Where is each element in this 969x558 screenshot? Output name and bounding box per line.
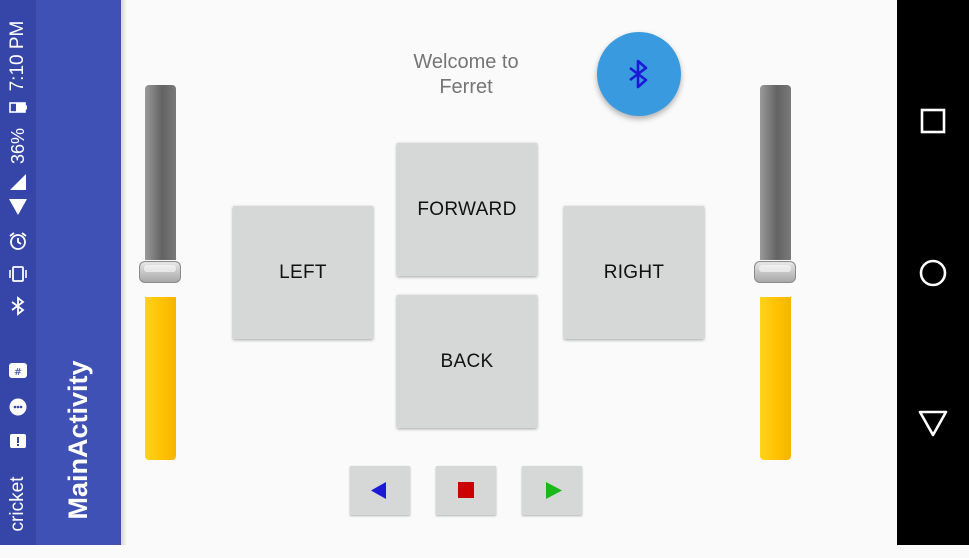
slider-thumb[interactable] [139,261,181,283]
message-icon [10,434,26,448]
slider-track-top [760,85,791,260]
action-bar: MainActivity [36,0,121,545]
status-time: 7:10 PM [7,20,28,92]
bluetooth-button[interactable] [597,32,681,116]
svg-text:#: # [14,367,22,378]
right-button[interactable]: RIGHT [564,206,704,339]
stop-square-icon [458,482,474,498]
navigation-bar [897,0,969,545]
status-bar: 7:10 PM 36% # cricket [0,0,36,545]
slider-track-bottom [145,297,176,460]
stop-button[interactable] [436,466,496,515]
action-bar-shadow [121,0,127,545]
right-motor-slider[interactable] [754,85,796,460]
slider-track-bottom [760,297,791,460]
bluetooth-icon [11,296,25,316]
battery-percent: 36% [8,127,28,165]
app-title: MainActivity [63,360,93,520]
hangouts-icon: # [9,363,27,378]
carrier-name: cricket [7,476,28,532]
back-triangle-icon[interactable] [913,403,953,443]
play-triangle-icon [546,482,562,499]
previous-triangle-icon [371,482,386,499]
back-button[interactable]: BACK [397,295,537,428]
wifi-icon [9,199,27,215]
slider-track-top [145,85,176,260]
alarm-icon [9,232,27,250]
left-button[interactable]: LEFT [233,206,373,339]
welcome-text: Welcome to Ferret [413,51,519,98]
left-motor-slider[interactable] [139,85,181,460]
play-button[interactable] [522,466,582,515]
vibrate-icon [9,266,27,282]
home-circle-icon[interactable] [913,253,953,293]
signal-icon [10,174,26,190]
slider-thumb[interactable] [754,261,796,283]
recents-square-icon[interactable] [913,101,953,141]
reverse-button[interactable] [350,466,410,515]
forward-button[interactable]: FORWARD [397,143,537,276]
messenger-icon [9,398,27,416]
bluetooth-icon [629,59,648,89]
battery-icon [9,102,27,113]
